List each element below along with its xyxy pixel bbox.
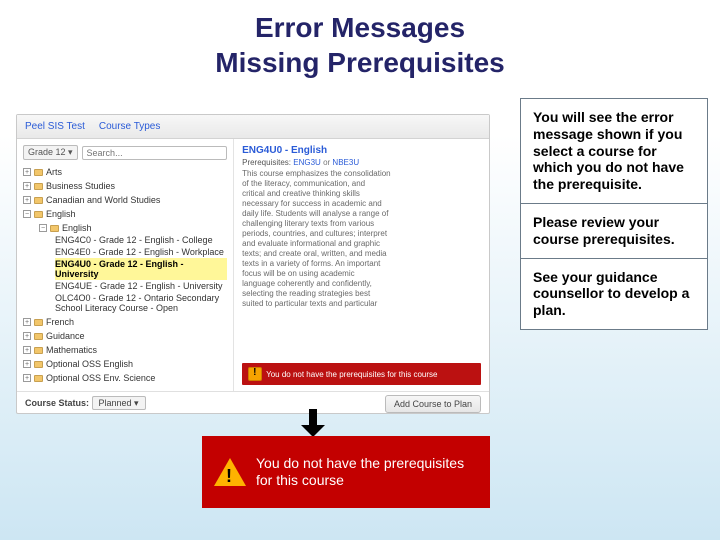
course-status: Course Status: Planned ▾ [25,398,146,409]
tree-course[interactable]: ENG4E0 - Grade 12 - English - Workplace [55,246,227,258]
folder-icon [34,319,43,326]
tree-guidance[interactable]: +Guidance [23,330,227,342]
breadcrumb-page: Course Types [99,121,161,132]
folder-icon [34,375,43,382]
course-detail-column: ENG4U0 - English Prerequisites: ENG3U or… [234,139,489,391]
tree-business[interactable]: +Business Studies [23,180,227,192]
folder-icon [50,225,59,232]
tree-course-selected[interactable]: ENG4U0 - Grade 12 - English - University [55,258,227,280]
title-line1: Error Messages [255,12,465,43]
warning-icon [214,458,246,486]
course-detail-title: ENG4U0 - English [242,145,481,156]
folder-icon [34,197,43,204]
tree-course[interactable]: OLC4O0 - Grade 12 - Ontario Secondary Sc… [55,292,227,314]
prereq-link[interactable]: NBE3U [332,158,359,167]
folder-icon [34,211,43,218]
folder-icon [34,333,43,340]
enlarged-error-banner: You do not have the prerequisites for th… [202,436,490,508]
instruction-box: You will see the error message shown if … [521,99,707,203]
screenshot-panel: Peel SIS Test Course Types Grade 12 ▾ +A… [16,114,490,414]
grade-select[interactable]: Grade 12 ▾ [23,145,78,160]
search-input[interactable] [82,146,228,160]
tree-english[interactable]: −English [23,208,227,220]
screenshot-breadcrumb: Peel SIS Test Course Types [17,115,489,139]
prereq-link[interactable]: ENG3U [293,158,321,167]
inline-error-banner: You do not have the prerequisites for th… [242,363,481,385]
add-course-button[interactable]: Add Course to Plan [385,395,481,413]
tree-arts[interactable]: +Arts [23,166,227,178]
down-arrow-icon [301,409,325,437]
tree-english-sub[interactable]: −English [39,222,227,234]
screenshot-body: Grade 12 ▾ +Arts +Business Studies +Cana… [17,139,489,391]
tree-course[interactable]: ENG4UE - Grade 12 - English - University [55,280,227,292]
tree-math[interactable]: +Mathematics [23,344,227,356]
course-description: This course emphasizes the consolidation… [242,169,481,309]
filter-row: Grade 12 ▾ [23,145,227,160]
slide-title: Error Messages Missing Prerequisites [0,0,720,86]
instruction-box: See your guidance counsellor to develop … [521,258,707,329]
tree-french[interactable]: +French [23,316,227,328]
warning-icon [248,367,262,381]
tree-oss-english[interactable]: +Optional OSS English [23,358,227,370]
prerequisite-line: Prerequisites: ENG3U or NBE3U [242,158,481,167]
course-tree-column: Grade 12 ▾ +Arts +Business Studies +Cana… [17,139,234,391]
folder-icon [34,183,43,190]
slide-stage: Peel SIS Test Course Types Grade 12 ▾ +A… [0,86,720,516]
tree-course[interactable]: ENG4C0 - Grade 12 - English - College [55,234,227,246]
tree-canworld[interactable]: +Canadian and World Studies [23,194,227,206]
title-line2: Missing Prerequisites [215,47,504,78]
folder-icon [34,347,43,354]
enlarged-error-text: You do not have the prerequisites for th… [256,455,464,490]
folder-icon [34,361,43,368]
tree-oss-env[interactable]: +Optional OSS Env. Science [23,372,227,384]
screenshot-footer: Course Status: Planned ▾ Add Course to P… [17,391,489,415]
instruction-box: Please review your course prerequisites. [521,203,707,258]
breadcrumb-root: Peel SIS Test [25,121,85,132]
instruction-panel: You will see the error message shown if … [520,98,708,330]
folder-icon [34,169,43,176]
status-select[interactable]: Planned ▾ [92,396,146,410]
